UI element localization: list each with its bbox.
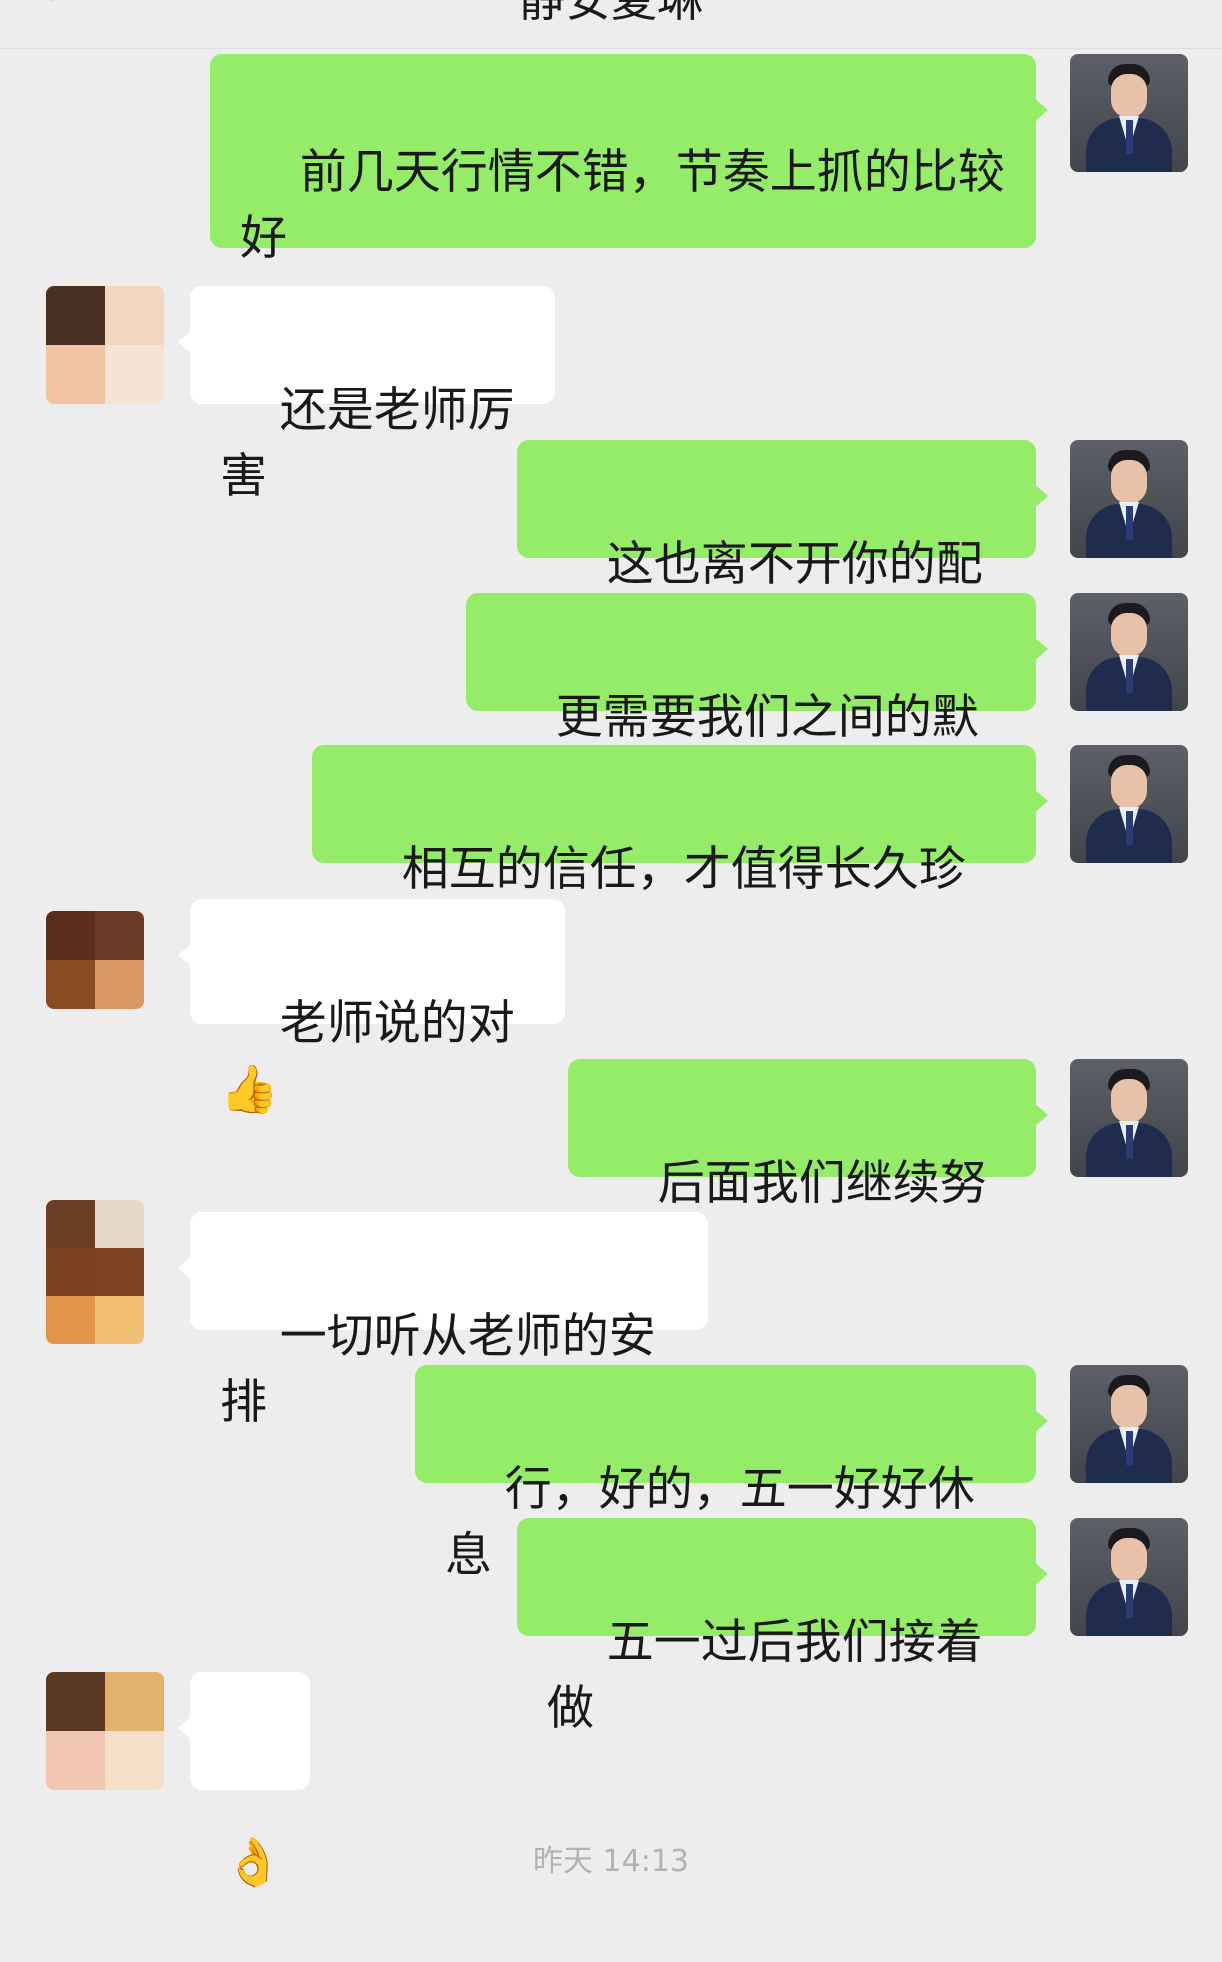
message-bubble[interactable]: 前几天行情不错，节奏上抓的比较好 <box>210 54 1048 266</box>
message-text: 五一过后我们接着做 <box>547 1615 983 1736</box>
message-bubble[interactable]: 更需要我们之间的默契 <box>466 593 1048 811</box>
avatar[interactable] <box>1070 1365 1188 1483</box>
avatar[interactable] <box>1070 593 1188 711</box>
avatar[interactable] <box>1070 54 1188 172</box>
time-divider: 昨天 14:13 <box>533 1844 689 1879</box>
message-text: 前几天行情不错，节奏上抓的比较好 <box>240 145 1005 266</box>
avatar[interactable] <box>46 1200 144 1344</box>
avatar[interactable] <box>46 286 164 404</box>
message-bubble[interactable]: 老师说的对👍 <box>178 899 565 1117</box>
chat-title: 静安夏琳 <box>519 0 703 27</box>
message-bubble[interactable]: 一切听从老师的安排 <box>178 1212 708 1430</box>
avatar[interactable] <box>1070 1059 1188 1177</box>
message-text: 老师说的对👍 <box>220 996 515 1117</box>
message-bubble[interactable]: 五一过后我们接着做 <box>517 1518 1048 1736</box>
message-text: 还是老师厉害 <box>220 383 515 504</box>
message-bubble[interactable]: 相互的信任，才值得长久珍惜 <box>312 745 1048 963</box>
avatar[interactable] <box>46 911 144 1009</box>
avatar[interactable] <box>46 1672 164 1790</box>
avatar[interactable] <box>1070 440 1188 558</box>
avatar[interactable] <box>1070 1518 1188 1636</box>
avatar[interactable] <box>1070 745 1188 863</box>
message-bubble[interactable]: 后面我们继续努力 <box>568 1059 1048 1277</box>
message-bubble[interactable]: 👌 <box>178 1672 310 1890</box>
message-bubble[interactable]: 这也离不开你的配合 <box>517 440 1048 658</box>
chat-header: 静安夏琳 <box>0 0 1222 49</box>
message-bubble[interactable]: 行，好的，五一好好休息 <box>415 1365 1048 1583</box>
message-bubble[interactable]: 还是老师厉害 <box>178 286 555 504</box>
